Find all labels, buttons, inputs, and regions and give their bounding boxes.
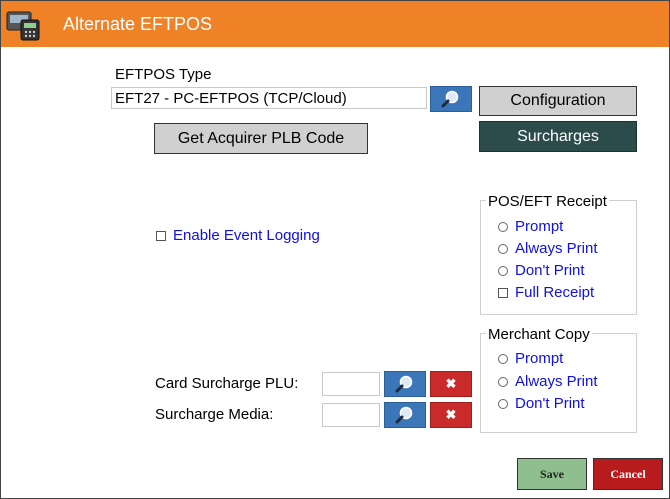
pos-receipt-dont-print-label[interactable]: Don't Print: [515, 262, 585, 279]
pos-receipt-prompt-label[interactable]: Prompt: [515, 218, 563, 235]
merchant-copy-dont-print-radio[interactable]: [498, 399, 508, 409]
card-surcharge-plu-search-button[interactable]: [384, 371, 426, 397]
card-surcharge-plu-clear-button[interactable]: ✖: [430, 371, 472, 397]
surcharge-media-label: Surcharge Media:: [155, 406, 274, 423]
x-icon: ✖: [445, 376, 457, 391]
eftpos-type-label: EFTPOS Type: [115, 66, 212, 83]
eftpos-terminal-icon: [6, 11, 40, 41]
full-receipt-label[interactable]: Full Receipt: [515, 284, 594, 301]
surcharges-button[interactable]: Surcharges: [479, 121, 637, 152]
surcharge-media-field[interactable]: [322, 403, 380, 427]
merchant-copy-always-print-radio[interactable]: [498, 377, 508, 387]
surcharge-media-clear-button[interactable]: ✖: [430, 402, 472, 428]
eftpos-type-search-button[interactable]: [430, 86, 472, 112]
x-icon: ✖: [445, 407, 457, 422]
magnifier-icon: [441, 90, 459, 108]
save-button[interactable]: Save: [517, 458, 587, 490]
alternate-eftpos-window: Alternate EFTPOS EFTPOS Type EFT27 - PC-…: [0, 0, 670, 499]
surcharge-media-search-button[interactable]: [384, 402, 426, 428]
eftpos-type-field[interactable]: EFT27 - PC-EFTPOS (TCP/Cloud): [111, 87, 427, 109]
merchant-copy-title: Merchant Copy: [486, 326, 592, 343]
merchant-copy-dont-print-label[interactable]: Don't Print: [515, 395, 585, 412]
card-surcharge-plu-field[interactable]: [322, 372, 380, 396]
full-receipt-checkbox[interactable]: [498, 288, 508, 298]
cancel-button[interactable]: Cancel: [593, 458, 663, 490]
magnifier-icon: [395, 406, 413, 424]
magnifier-icon: [395, 375, 413, 393]
enable-event-logging-label[interactable]: Enable Event Logging: [173, 227, 320, 244]
configuration-button[interactable]: Configuration: [479, 86, 637, 116]
window-title: Alternate EFTPOS: [63, 14, 213, 34]
get-acquirer-plb-code-button[interactable]: Get Acquirer PLB Code: [154, 123, 368, 154]
pos-receipt-always-print-radio[interactable]: [498, 244, 508, 254]
merchant-copy-prompt-label[interactable]: Prompt: [515, 350, 563, 367]
pos-receipt-dont-print-radio[interactable]: [498, 266, 508, 276]
pos-eft-receipt-title: POS/EFT Receipt: [486, 193, 609, 210]
enable-event-logging-checkbox[interactable]: [156, 231, 166, 241]
pos-receipt-prompt-radio[interactable]: [498, 222, 508, 232]
merchant-copy-prompt-radio[interactable]: [498, 354, 508, 364]
title-bar: Alternate EFTPOS: [1, 1, 669, 47]
card-surcharge-plu-label: Card Surcharge PLU:: [155, 375, 299, 392]
pos-receipt-always-print-label[interactable]: Always Print: [515, 240, 598, 257]
merchant-copy-always-print-label[interactable]: Always Print: [515, 373, 598, 390]
